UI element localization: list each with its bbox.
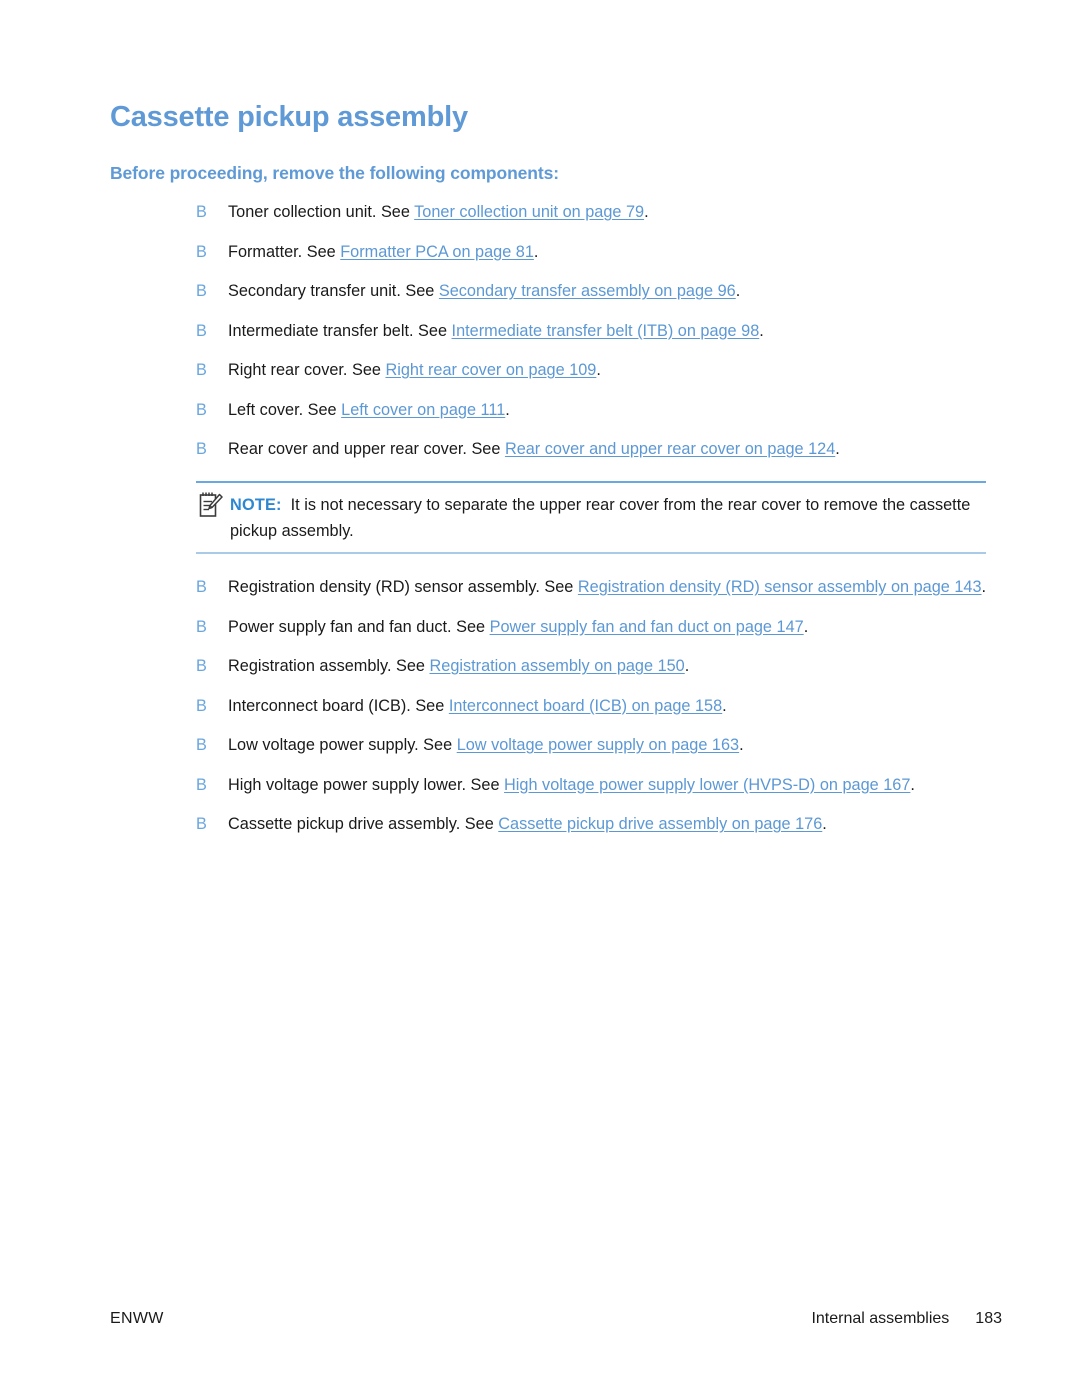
component-list-item: B Rear cover and upper rear cover. See Re…: [196, 438, 996, 461]
cross-reference-link[interactable]: Power supply fan and fan duct on page 14…: [490, 618, 804, 636]
list-bullet-icon: B: [196, 400, 207, 419]
component-list-item: B Cassette pickup drive assembly. See Cas…: [196, 813, 996, 836]
component-list-item: B Low voltage power supply. See Low volta…: [196, 734, 996, 757]
component-text: Registration density (RD) sensor assembl…: [228, 578, 578, 596]
section-subtitle: Before proceeding, remove the following …: [110, 163, 559, 183]
component-list-item: B Intermediate transfer belt. See Interme…: [196, 320, 996, 343]
component-list-item: B Toner collection unit. See Toner collec…: [196, 201, 996, 224]
notepad-pencil-icon: [199, 491, 223, 518]
component-text-end: .: [644, 203, 649, 221]
cross-reference-link[interactable]: Cassette pickup drive assembly on page 1…: [498, 815, 822, 833]
cross-reference-link[interactable]: Formatter PCA on page 81: [340, 243, 534, 261]
cross-reference-link[interactable]: Intermediate transfer belt (ITB) on page…: [452, 322, 760, 340]
component-text: High voltage power supply lower. See: [228, 775, 505, 794]
component-text-end: .: [533, 242, 539, 261]
component-text-end: .: [505, 400, 510, 419]
cross-reference-link[interactable]: High voltage power supply lower (HVPS-D)…: [504, 776, 910, 794]
document-page: Cassette pickup assembly Before proceedi…: [0, 0, 1080, 1397]
component-text-end: .: [759, 321, 764, 340]
component-text-end: .: [910, 775, 915, 794]
component-text-end: .: [722, 696, 727, 715]
component-list-item: B Formatter. See Formatter PCA on page 81…: [196, 241, 996, 264]
component-text: Interconnect board (ICB). See: [228, 696, 449, 715]
cross-reference-link[interactable]: Rear cover and upper rear cover on page …: [505, 440, 835, 458]
page-title: Cassette pickup assembly: [110, 101, 468, 133]
note-body: NOTE: It is not necessary to separate the…: [196, 483, 986, 552]
footer-page-number: 183: [975, 1310, 1002, 1327]
component-text: Right rear cover. See: [228, 361, 386, 379]
list-bullet-icon: B: [196, 617, 207, 636]
component-list-item: B Registration density (RD) sensor assemb…: [196, 576, 996, 599]
component-text: Registration assembly. See: [228, 657, 430, 675]
note-label: NOTE:: [230, 496, 282, 514]
component-list-item: B Left cover. See Left cover on page 111.: [196, 399, 996, 422]
list-bullet-icon: B: [196, 440, 207, 458]
list-bullet-icon: B: [196, 696, 207, 715]
cross-reference-link[interactable]: Interconnect board (ICB) on page 158: [449, 697, 722, 715]
component-list-item: B Power supply fan and fan duct. See Powe…: [196, 616, 996, 639]
cross-reference-link[interactable]: Secondary transfer assembly on page 96: [439, 282, 736, 300]
list-bullet-icon: B: [196, 775, 207, 794]
list-bullet-icon: B: [196, 657, 207, 675]
cross-reference-link[interactable]: Low voltage power supply on page 163: [457, 736, 739, 754]
list-bullet-icon: B: [196, 242, 207, 261]
component-text: Intermediate transfer belt. See: [228, 321, 452, 340]
cross-reference-link[interactable]: Toner collection unit on page 79: [414, 203, 644, 221]
component-text: Toner collection unit. See: [228, 203, 415, 221]
cross-reference-link[interactable]: Registration density (RD) sensor assembl…: [578, 578, 982, 596]
component-list-item: B Secondary transfer unit. See Secondary …: [196, 280, 996, 303]
list-bullet-icon: B: [196, 815, 207, 833]
component-text-end: .: [835, 440, 840, 458]
component-text-end: .: [803, 617, 809, 636]
component-text-end: .: [981, 578, 987, 596]
component-text-end: .: [822, 815, 827, 833]
cross-reference-link[interactable]: Registration assembly on page 150: [430, 657, 685, 675]
note-text: It is not necessary to separate the uppe…: [230, 496, 971, 540]
note-bottom-rule: [196, 552, 986, 554]
component-text-end: .: [735, 282, 741, 300]
list-bullet-icon: B: [196, 361, 207, 379]
component-text: Secondary transfer unit. See: [228, 282, 439, 300]
component-text: Left cover. See: [228, 400, 342, 419]
component-list: B Toner collection unit. See Toner collec…: [196, 201, 996, 853]
component-text-end: .: [684, 657, 690, 675]
component-list-item: B Interconnect board (ICB). See Interconn…: [196, 695, 996, 718]
cross-reference-link[interactable]: Left cover on page 111: [341, 401, 505, 419]
component-list-item: B Registration assembly. See Registration…: [196, 655, 996, 678]
footer-right: Internal assemblies 183: [811, 1310, 1002, 1328]
component-text: Rear cover and upper rear cover. See: [228, 440, 505, 458]
footer-section: Internal assemblies: [811, 1310, 950, 1327]
footer-locale: ENWW: [110, 1310, 164, 1327]
cross-reference-link[interactable]: Right rear cover on page 109: [385, 361, 596, 379]
component-list-item: B High voltage power supply lower. See Hi…: [196, 774, 996, 797]
component-text: Cassette pickup drive assembly. See: [228, 815, 499, 833]
component-text: Low voltage power supply. See: [228, 736, 457, 754]
list-bullet-icon: B: [196, 321, 207, 340]
component-text: Formatter. See: [228, 242, 341, 261]
component-text: Power supply fan and fan duct. See: [228, 617, 490, 636]
note-callout: NOTE: It is not necessary to separate the…: [196, 481, 986, 554]
list-bullet-icon: B: [196, 736, 207, 754]
component-list-item: B Right rear cover. See Right rear cover …: [196, 359, 996, 382]
list-bullet-icon: B: [196, 203, 207, 221]
list-bullet-icon: B: [196, 578, 207, 596]
list-bullet-icon: B: [196, 282, 207, 300]
component-text-end: .: [739, 736, 744, 754]
component-text-end: .: [596, 361, 601, 379]
